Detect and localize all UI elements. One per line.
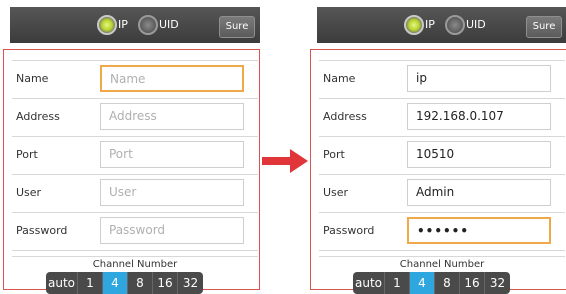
password-label: Password <box>16 224 68 237</box>
form-rows: Name ip Address 192.168.0.107 Port 10510… <box>319 60 565 251</box>
channel-number-block: Channel Number auto 1 4 8 16 32 <box>319 256 565 294</box>
channel-option-4[interactable]: 4 <box>410 272 435 294</box>
arrow-shaft <box>262 157 292 165</box>
port-row: Port 10510 <box>319 137 565 175</box>
user-input[interactable]: User <box>100 179 244 206</box>
form-rows: Name Name Address Address Port Port User… <box>12 60 258 251</box>
password-row: Password Password <box>12 213 258 251</box>
top-bar: IP UID Sure <box>317 7 566 43</box>
address-input[interactable]: Address <box>100 103 244 130</box>
channel-option-32[interactable]: 32 <box>485 272 510 294</box>
port-row: Port Port <box>12 137 258 175</box>
channel-option-1[interactable]: 1 <box>78 272 103 294</box>
channel-option-4[interactable]: 4 <box>103 272 128 294</box>
port-input[interactable]: Port <box>100 141 244 168</box>
user-row: User Admin <box>319 175 565 213</box>
channel-option-8[interactable]: 8 <box>435 272 460 294</box>
port-label: Port <box>16 148 38 161</box>
port-input[interactable]: 10510 <box>407 141 551 168</box>
address-input[interactable]: 192.168.0.107 <box>407 103 551 130</box>
panel-after: IP UID Sure Name ip Address 192.168.0.10… <box>310 0 566 294</box>
user-label: User <box>16 186 42 199</box>
address-row: Address 192.168.0.107 <box>319 99 565 137</box>
ip-radio-icon[interactable] <box>97 15 117 35</box>
name-label: Name <box>323 72 356 85</box>
user-input[interactable]: Admin <box>407 179 551 206</box>
arrow-head <box>290 149 308 173</box>
sure-button[interactable]: Sure <box>219 16 255 38</box>
address-label: Address <box>323 110 367 123</box>
password-input[interactable]: •••••• <box>407 217 551 244</box>
address-row: Address Address <box>12 99 258 137</box>
form-frame: Name Name Address Address Port Port User… <box>3 49 260 294</box>
uid-radio-icon[interactable] <box>138 15 158 35</box>
channel-number-block: Channel Number auto 1 4 8 16 32 <box>12 256 258 294</box>
ip-radio-label: IP <box>425 18 435 31</box>
channel-option-auto[interactable]: auto <box>46 272 78 294</box>
password-input[interactable]: Password <box>100 217 244 244</box>
channel-option-32[interactable]: 32 <box>178 272 203 294</box>
channel-number-title: Channel Number <box>92 259 178 270</box>
ip-radio-label: IP <box>118 18 128 31</box>
uid-radio-label: UID <box>159 18 179 31</box>
sure-button[interactable]: Sure <box>526 16 562 38</box>
channel-option-auto[interactable]: auto <box>353 272 385 294</box>
panel-before: IP UID Sure Name Name Address Address Po… <box>3 0 260 294</box>
uid-radio-label: UID <box>466 18 486 31</box>
name-row: Name ip <box>319 60 565 99</box>
name-row: Name Name <box>12 60 258 99</box>
channel-number-title: Channel Number <box>399 259 485 270</box>
name-label: Name <box>16 72 49 85</box>
form-frame: Name ip Address 192.168.0.107 Port 10510… <box>310 49 566 294</box>
name-input[interactable]: Name <box>100 65 244 92</box>
name-input[interactable]: ip <box>407 65 551 92</box>
channel-option-1[interactable]: 1 <box>385 272 410 294</box>
user-label: User <box>323 186 349 199</box>
uid-radio-icon[interactable] <box>445 15 465 35</box>
port-label: Port <box>323 148 345 161</box>
right-arrow-icon <box>262 149 310 173</box>
user-row: User User <box>12 175 258 213</box>
channel-option-16[interactable]: 16 <box>153 272 178 294</box>
channel-segmented-control: auto 1 4 8 16 32 <box>353 272 510 294</box>
address-label: Address <box>16 110 60 123</box>
channel-option-16[interactable]: 16 <box>460 272 485 294</box>
channel-option-8[interactable]: 8 <box>128 272 153 294</box>
password-label: Password <box>323 224 375 237</box>
password-row: Password •••••• <box>319 213 565 251</box>
channel-segmented-control: auto 1 4 8 16 32 <box>46 272 203 294</box>
ip-radio-icon[interactable] <box>404 15 424 35</box>
top-bar: IP UID Sure <box>10 7 260 43</box>
